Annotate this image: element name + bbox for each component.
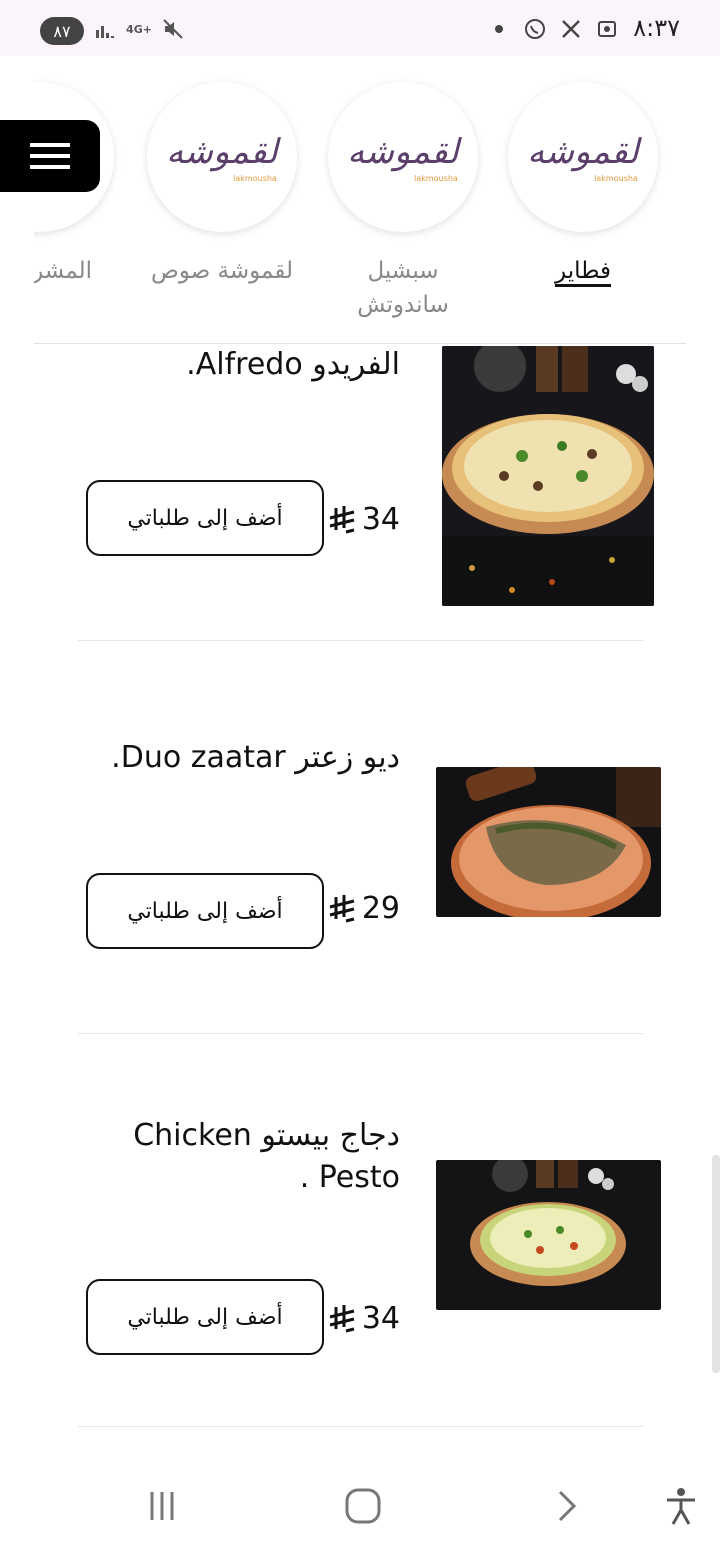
brand-logo-icon: لقموشه lakmousha bbox=[166, 132, 281, 183]
recent-apps-icon bbox=[150, 1492, 174, 1520]
battery-indicator: ٨٧ bbox=[40, 17, 84, 45]
item-image bbox=[442, 346, 654, 606]
category-label: فطاير bbox=[555, 258, 611, 284]
category-label: المشروبات bbox=[34, 258, 93, 284]
hamburger-icon bbox=[30, 143, 70, 169]
item-price-value: 29 bbox=[361, 891, 400, 926]
svg-text:لقموشه: لقموشه bbox=[347, 132, 462, 172]
dot-icon bbox=[486, 16, 512, 42]
x-icon bbox=[558, 16, 584, 42]
category-logo[interactable]: لقموشه lakmousha bbox=[147, 82, 297, 232]
item-price: 34 bbox=[326, 502, 400, 537]
home-button[interactable] bbox=[341, 1484, 385, 1528]
accessibility-button[interactable] bbox=[659, 1484, 703, 1528]
back-icon bbox=[558, 1490, 577, 1522]
status-icons-left: 4G+ bbox=[92, 16, 186, 42]
scrollbar[interactable] bbox=[712, 1155, 720, 1373]
brand-logo-icon: لقموشه lakmousha bbox=[347, 132, 462, 183]
status-bar: ٨٧ 4G+ ٨:٣٧ bbox=[0, 0, 720, 56]
item-price-value: 34 bbox=[361, 502, 400, 537]
category-strip[interactable]: لقموشه lakmousha فطاير لقموشه lakmousha … bbox=[34, 56, 686, 344]
accessibility-icon bbox=[667, 1488, 695, 1525]
svg-text:لقموشه: لقموشه bbox=[527, 132, 642, 172]
item-price-value: 34 bbox=[361, 1301, 400, 1336]
back-button[interactable] bbox=[543, 1484, 587, 1528]
item-title: ديو زعتر Duo zaatar. bbox=[111, 740, 400, 775]
saudi-riyal-icon bbox=[329, 505, 355, 533]
category-item-special-sandwich[interactable]: لقموشه lakmousha سبشيل ساندوتش bbox=[328, 82, 478, 322]
item-image bbox=[436, 767, 661, 917]
brand-logo-icon: لقموشه lakmousha bbox=[527, 132, 642, 183]
add-to-order-button[interactable]: أضف إلى طلباتي bbox=[86, 873, 324, 949]
add-to-order-button[interactable]: أضف إلى طلباتي bbox=[86, 1279, 324, 1355]
add-to-order-button[interactable]: أضف إلى طلباتي bbox=[86, 480, 324, 556]
status-time: ٨:٣٧ bbox=[633, 14, 680, 42]
category-logo[interactable]: لقموشه lakmousha bbox=[328, 82, 478, 232]
status-icons-right bbox=[486, 16, 620, 42]
screenshot-icon bbox=[594, 16, 620, 42]
item-title: الفريدو Alfredo. bbox=[186, 347, 400, 382]
category-label: سبشيل ساندوتش bbox=[357, 258, 449, 318]
divider bbox=[78, 640, 644, 641]
item-title: دجاج بيستو Chicken Pesto . bbox=[133, 1118, 400, 1195]
divider bbox=[78, 1033, 644, 1034]
recent-apps-button[interactable] bbox=[140, 1484, 184, 1528]
saudi-riyal-icon bbox=[329, 894, 355, 922]
item-image bbox=[436, 1160, 661, 1310]
menu-button[interactable] bbox=[0, 120, 100, 192]
signal-icon bbox=[92, 16, 118, 42]
category-item-fatayer[interactable]: لقموشه lakmousha فطاير bbox=[508, 82, 658, 288]
network-type-icon: 4G+ bbox=[126, 22, 152, 36]
svg-text:lakmousha: lakmousha bbox=[233, 174, 277, 183]
mute-icon bbox=[160, 16, 186, 42]
item-price: 34 bbox=[326, 1301, 400, 1336]
category-item-sauce[interactable]: لقموشه lakmousha لقموشة صوص bbox=[147, 82, 297, 288]
home-icon bbox=[345, 1488, 381, 1524]
whatsapp-icon bbox=[522, 16, 548, 42]
system-nav-bar bbox=[0, 1450, 720, 1560]
svg-text:lakmousha: lakmousha bbox=[594, 174, 638, 183]
category-logo[interactable]: لقموشه lakmousha bbox=[508, 82, 658, 232]
saudi-riyal-icon bbox=[329, 1304, 355, 1332]
svg-text:لقموشه: لقموشه bbox=[166, 132, 281, 172]
category-label: لقموشة صوص bbox=[151, 258, 293, 284]
divider bbox=[78, 1426, 644, 1427]
item-price: 29 bbox=[326, 891, 400, 926]
svg-text:lakmousha: lakmousha bbox=[414, 174, 458, 183]
